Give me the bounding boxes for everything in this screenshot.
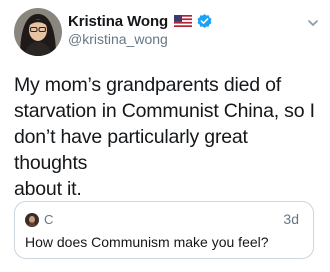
quoted-tweet-timestamp: 3d — [283, 211, 299, 227]
author-name-row: Kristina Wong — [68, 11, 213, 31]
quoted-tweet[interactable]: C 3d How does Communism make you feel? — [14, 201, 314, 259]
author-display-name[interactable]: Kristina Wong — [68, 13, 168, 30]
author-handle[interactable]: @kristina_wong — [68, 31, 168, 47]
quoted-tweet-text: How does Communism make you feel? — [25, 234, 269, 250]
chevron-down-icon[interactable] — [306, 16, 320, 30]
tweet-text: My mom’s grandparents died of starvation… — [14, 74, 315, 200]
quoted-author-name: C — [44, 212, 54, 227]
verified-badge-icon — [197, 13, 212, 28]
tweet-card: Kristina Wong @kristina_wong My mom’s gr… — [0, 0, 330, 272]
us-flag-icon — [174, 15, 193, 27]
author-avatar[interactable] — [14, 8, 62, 56]
quoted-author-avatar — [25, 213, 39, 227]
